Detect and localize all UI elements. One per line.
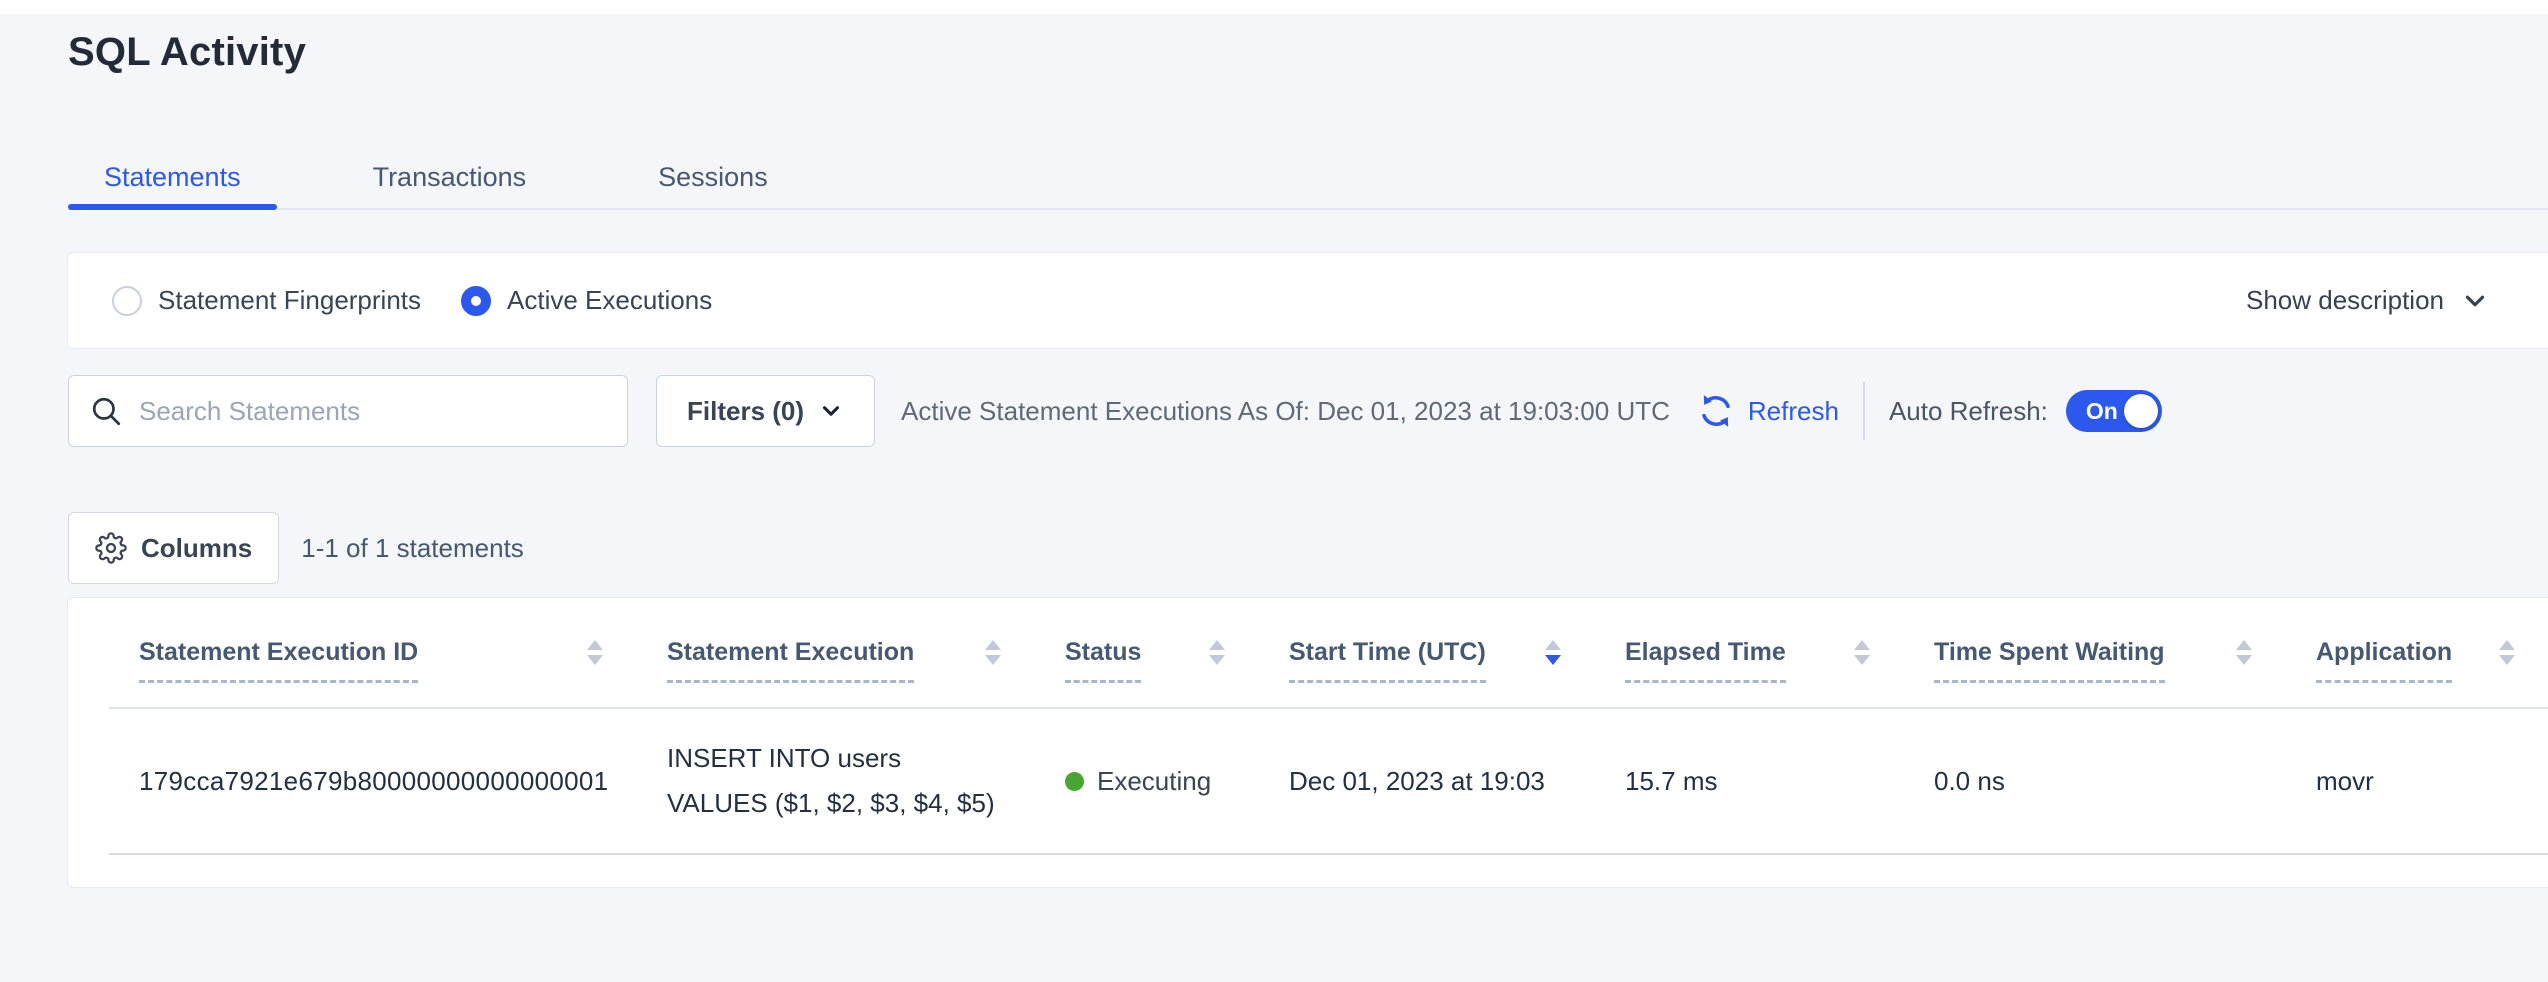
auto-refresh-toggle[interactable]: On: [2066, 390, 2162, 432]
view-mode-card: Statement Fingerprints Active Executions…: [67, 252, 2548, 349]
statements-table: Statement Execution ID Statement Executi…: [109, 598, 2548, 855]
radio-active-executions-label: Active Executions: [507, 285, 712, 316]
table-header-row: Statement Execution ID Statement Executi…: [109, 598, 2548, 708]
columns-button[interactable]: Columns: [68, 512, 279, 584]
column-header-start-time[interactable]: Start Time (UTC): [1259, 598, 1595, 708]
controls-row: Filters (0) Active Statement Executions …: [68, 375, 2548, 447]
auto-refresh-label: Auto Refresh:: [1889, 396, 2048, 427]
column-label: Elapsed Time: [1625, 638, 1786, 667]
filters-button[interactable]: Filters (0): [656, 375, 875, 447]
radio-active-executions[interactable]: Active Executions: [461, 285, 712, 316]
column-label: Statement Execution ID: [139, 638, 418, 667]
tab-transactions-label: Transactions: [373, 162, 527, 193]
column-label: Start Time (UTC): [1289, 638, 1486, 667]
column-label: Status: [1065, 638, 1141, 667]
radio-selected-icon[interactable]: [461, 286, 491, 316]
column-header-elapsed-time[interactable]: Elapsed Time: [1595, 598, 1904, 708]
cell-time-spent-waiting: 0.0 ns: [1904, 708, 2286, 854]
refresh-button[interactable]: Refresh: [1696, 391, 1839, 431]
columns-button-label: Columns: [141, 533, 252, 564]
search-icon: [89, 394, 123, 428]
statements-table-card: Statement Execution ID Statement Executi…: [67, 597, 2548, 888]
show-description-label: Show description: [2246, 285, 2444, 316]
filters-button-label: Filters (0): [687, 396, 804, 427]
cell-status: Executing: [1035, 708, 1259, 854]
status-label: Executing: [1097, 766, 1211, 797]
column-header-statement-execution[interactable]: Statement Execution: [637, 598, 1035, 708]
tab-statements[interactable]: Statements: [68, 146, 277, 208]
column-label: Application: [2316, 638, 2452, 667]
tab-sessions-label: Sessions: [658, 162, 768, 193]
page-title: SQL Activity: [68, 30, 306, 75]
radio-statement-fingerprints[interactable]: Statement Fingerprints: [112, 285, 421, 316]
toggle-knob[interactable]: [2124, 394, 2158, 428]
tab-sessions[interactable]: Sessions: [622, 146, 804, 208]
tab-statements-label: Statements: [104, 162, 241, 193]
search-box[interactable]: [68, 375, 628, 447]
tab-bar: Statements Transactions Sessions: [68, 146, 2548, 210]
cell-application: movr: [2286, 708, 2548, 854]
status-dot-icon: [1065, 772, 1084, 791]
cell-start-time: Dec 01, 2023 at 19:03: [1259, 708, 1595, 854]
column-header-application[interactable]: Application: [2286, 598, 2548, 708]
sort-icon[interactable]: [2236, 640, 2252, 665]
sort-icon[interactable]: [1209, 640, 1225, 665]
sort-icon[interactable]: [1545, 640, 1561, 665]
as-of-timestamp: Active Statement Executions As Of: Dec 0…: [901, 396, 1670, 427]
column-label: Statement Execution: [667, 638, 914, 667]
auto-refresh-state: On: [2086, 398, 2118, 425]
cell-statement[interactable]: INSERT INTO users VALUES ($1, $2, $3, $4…: [637, 708, 1035, 854]
cell-execution-id[interactable]: 179cca7921e679b80000000000000001: [109, 708, 637, 854]
radio-unselected-icon[interactable]: [112, 286, 142, 316]
column-header-status[interactable]: Status: [1035, 598, 1259, 708]
gear-icon: [95, 532, 127, 564]
table-row[interactable]: 179cca7921e679b80000000000000001 INSERT …: [109, 708, 2548, 854]
sort-icon[interactable]: [587, 640, 603, 665]
sort-icon[interactable]: [2499, 640, 2515, 665]
chevron-down-icon: [818, 398, 844, 424]
column-header-statement-execution-id[interactable]: Statement Execution ID: [109, 598, 637, 708]
refresh-icon: [1696, 391, 1736, 431]
tab-transactions[interactable]: Transactions: [337, 146, 563, 208]
table-toolbar: Columns 1-1 of 1 statements: [68, 512, 524, 584]
sort-icon[interactable]: [985, 640, 1001, 665]
result-count: 1-1 of 1 statements: [301, 533, 524, 564]
search-input[interactable]: [139, 396, 607, 427]
chevron-down-icon: [2460, 286, 2490, 316]
column-header-time-spent-waiting[interactable]: Time Spent Waiting: [1904, 598, 2286, 708]
vertical-divider: [1863, 382, 1865, 440]
top-nav-edge: [0, 0, 2548, 14]
show-description-toggle[interactable]: Show description: [2246, 253, 2490, 348]
column-label: Time Spent Waiting: [1934, 638, 2165, 667]
cell-elapsed-time: 15.7 ms: [1595, 708, 1904, 854]
sort-icon[interactable]: [1854, 640, 1870, 665]
refresh-label: Refresh: [1748, 396, 1839, 427]
radio-statement-fingerprints-label: Statement Fingerprints: [158, 285, 421, 316]
